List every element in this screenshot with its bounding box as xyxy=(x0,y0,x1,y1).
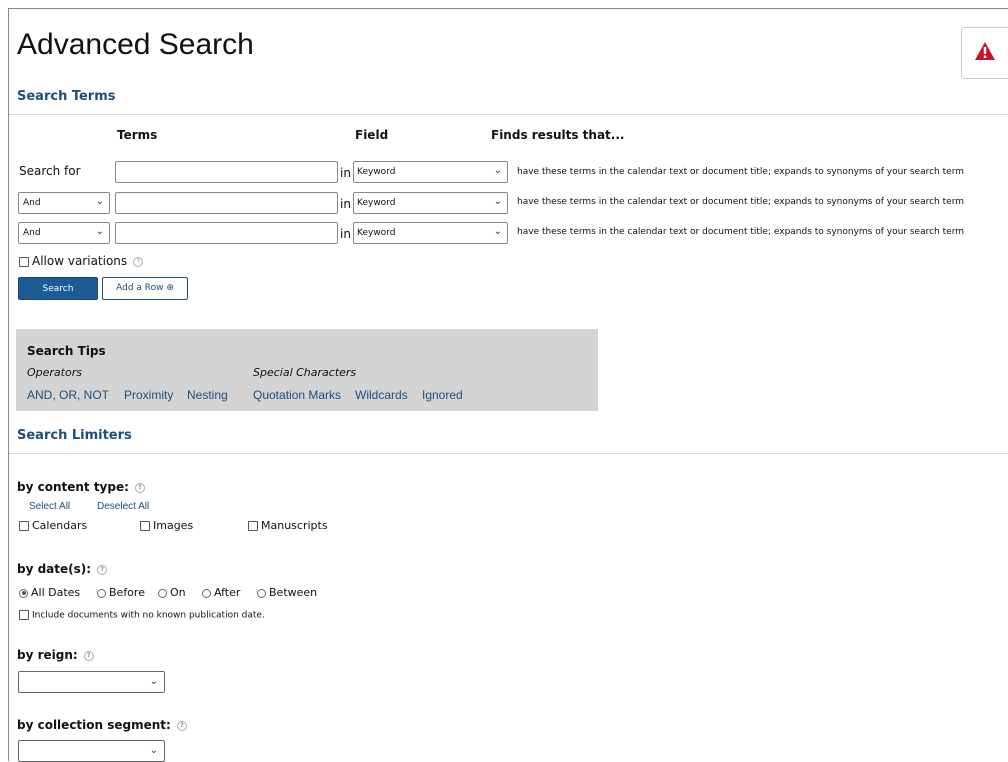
search-tips-panel: Search Tips Operators Special Characters… xyxy=(16,329,598,411)
chevron-down-icon: ⌄ xyxy=(149,745,158,756)
alert-button[interactable] xyxy=(961,27,1008,79)
content-type-label: by content type:? xyxy=(17,480,145,494)
boolean-select-3[interactable]: And ⌄ xyxy=(18,222,110,244)
special-characters-label: Special Characters xyxy=(253,366,357,379)
operators-label: Operators xyxy=(27,366,82,379)
add-row-button[interactable]: Add a Row ⊕ xyxy=(102,277,188,300)
field-select-value: Keyword xyxy=(357,228,396,238)
tip-link-nesting[interactable]: Nesting xyxy=(187,388,228,402)
content-type-calendars[interactable]: Calendars xyxy=(19,519,87,532)
tip-link-quotation-marks[interactable]: Quotation Marks xyxy=(253,388,341,402)
on-radio[interactable] xyxy=(158,588,167,598)
in-label: in xyxy=(340,197,351,211)
search-button[interactable]: Search xyxy=(18,277,98,300)
finds-column-header: Finds results that... xyxy=(491,128,625,142)
search-term-input-1[interactable] xyxy=(115,161,338,183)
field-column-header: Field xyxy=(355,128,389,142)
reign-select[interactable]: ⌄ xyxy=(18,671,165,693)
question-circle-icon[interactable]: ? xyxy=(97,564,108,575)
row-description: have these terms in the calendar text or… xyxy=(517,167,964,177)
row-description: have these terms in the calendar text or… xyxy=(517,197,964,207)
field-select-1[interactable]: Keyword ⌄ xyxy=(353,161,508,183)
after-radio[interactable] xyxy=(202,588,211,598)
chevron-down-icon: ⌄ xyxy=(493,165,502,176)
row-description: have these terms in the calendar text or… xyxy=(517,227,964,237)
select-all-link[interactable]: Select All xyxy=(29,501,70,512)
boolean-select-value: And xyxy=(23,228,41,238)
date-option-before[interactable]: Before xyxy=(97,586,145,599)
collection-segment-label: by collection segment:? xyxy=(17,718,187,732)
search-term-input-3[interactable] xyxy=(115,222,338,244)
tip-link-ignored[interactable]: Ignored xyxy=(422,388,463,402)
boolean-select-value: And xyxy=(23,198,41,208)
content-type-images[interactable]: Images xyxy=(140,519,193,532)
search-tips-heading: Search Tips xyxy=(27,344,106,358)
manuscripts-checkbox[interactable] xyxy=(248,521,258,531)
terms-column-header: Terms xyxy=(117,128,158,142)
divider xyxy=(9,114,1008,115)
allow-variations-checkbox[interactable] xyxy=(19,256,29,267)
question-circle-icon[interactable]: ? xyxy=(133,256,144,267)
in-label: in xyxy=(340,166,351,180)
field-select-3[interactable]: Keyword ⌄ xyxy=(353,222,508,244)
in-label: in xyxy=(340,227,351,241)
collection-segment-select[interactable]: ⌄ xyxy=(18,740,165,762)
between-radio[interactable] xyxy=(257,588,266,598)
search-for-label: Search for xyxy=(19,164,81,178)
divider xyxy=(9,453,1008,454)
chevron-down-icon: ⌄ xyxy=(493,196,502,207)
search-terms-heading: Search Terms xyxy=(17,89,116,104)
chevron-down-icon: ⌄ xyxy=(95,196,104,207)
chevron-down-icon: ⌄ xyxy=(493,226,502,237)
chevron-down-icon: ⌄ xyxy=(95,226,104,237)
date-option-between[interactable]: Between xyxy=(257,586,317,599)
dates-label: by date(s):? xyxy=(17,562,108,576)
tip-link-wildcards[interactable]: Wildcards xyxy=(355,388,408,402)
question-circle-icon[interactable]: ? xyxy=(134,482,145,493)
boolean-select-2[interactable]: And ⌄ xyxy=(18,192,110,214)
include-undated-option[interactable]: Include documents with no known publicat… xyxy=(19,610,265,621)
warning-triangle-icon xyxy=(975,42,995,60)
search-limiters-heading: Search Limiters xyxy=(17,428,132,443)
field-select-2[interactable]: Keyword ⌄ xyxy=(353,192,508,214)
images-checkbox[interactable] xyxy=(140,521,150,531)
page-title: Advanced Search xyxy=(17,28,254,61)
question-circle-icon[interactable]: ? xyxy=(83,650,94,661)
chevron-down-icon: ⌄ xyxy=(149,676,158,687)
tip-link-and-or-not[interactable]: AND, OR, NOT xyxy=(27,388,109,402)
calendars-checkbox[interactable] xyxy=(19,521,29,531)
content-type-manuscripts[interactable]: Manuscripts xyxy=(248,519,328,532)
deselect-all-link[interactable]: Deselect All xyxy=(97,501,149,512)
date-option-on[interactable]: On xyxy=(158,586,186,599)
field-select-value: Keyword xyxy=(357,167,396,177)
search-term-input-2[interactable] xyxy=(115,192,338,214)
reign-label: by reign:? xyxy=(17,648,94,662)
date-option-after[interactable]: After xyxy=(202,586,240,599)
date-option-all-dates[interactable]: All Dates xyxy=(19,586,80,599)
tip-link-proximity[interactable]: Proximity xyxy=(124,388,173,402)
include-undated-checkbox[interactable] xyxy=(19,610,29,620)
allow-variations-option[interactable]: Allow variations? xyxy=(19,254,144,268)
allow-variations-label: Allow variations xyxy=(32,254,128,268)
field-select-value: Keyword xyxy=(357,198,396,208)
all-dates-radio[interactable] xyxy=(19,588,28,598)
question-circle-icon[interactable]: ? xyxy=(176,720,187,731)
before-radio[interactable] xyxy=(97,588,106,598)
